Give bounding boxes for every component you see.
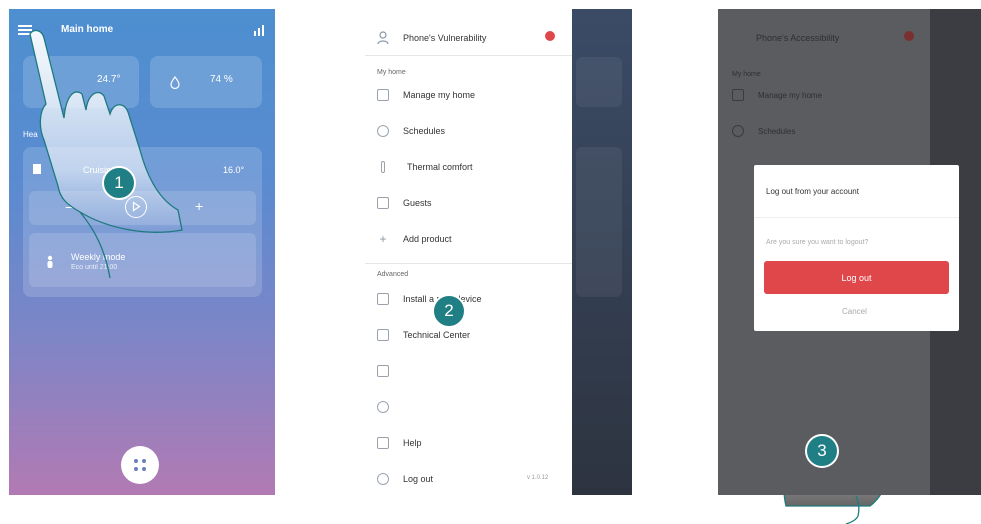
signal-icon: [253, 23, 265, 36]
menu-item-thermal-comfort[interactable]: Thermal comfort: [377, 158, 473, 176]
dimmed-card: [576, 57, 622, 107]
phone-screen-logout-dialog: Phone's Accessibility My home Manage my …: [718, 9, 981, 495]
clock-icon: [732, 125, 744, 137]
user-icon: [377, 31, 389, 50]
wrench-icon: [377, 329, 389, 341]
dimmed-card: [576, 147, 622, 297]
house-icon: [377, 89, 389, 101]
guests-icon: [377, 197, 389, 209]
dialog-title: Log out from your account: [766, 187, 859, 196]
person-icon: [46, 255, 54, 273]
app-version: v 1.0.12: [527, 475, 549, 481]
divider: [754, 217, 959, 218]
increase-button[interactable]: +: [195, 198, 203, 214]
logout-icon: [377, 473, 389, 485]
info-icon: [377, 365, 389, 377]
menu-item-label: Help: [403, 438, 422, 448]
mode-card[interactable]: Weekly mode Eco until 21:00: [29, 233, 256, 287]
section-advanced: Advanced: [377, 271, 409, 278]
menu-icon[interactable]: [18, 25, 32, 35]
menu-item-add-product[interactable]: + Add product: [377, 230, 452, 248]
menu-item-manage-home[interactable]: Manage my home: [377, 86, 475, 104]
logout-button[interactable]: Log out: [764, 261, 949, 294]
menu-item-label: Manage my home: [403, 90, 476, 100]
menu-item-schedules: Schedules: [732, 125, 795, 137]
menu-item-3[interactable]: [377, 362, 403, 380]
phone-screen-home: Main home 24.7° 74 % Hea Cruising... 16.…: [9, 9, 275, 495]
zone-control-bar: − +: [29, 191, 256, 225]
menu-item-guests[interactable]: Guests: [377, 194, 432, 212]
grid-icon: [134, 459, 146, 471]
menu-item-label: Add product: [403, 234, 452, 244]
user-name[interactable]: Phone's Vulnerability: [403, 33, 486, 43]
mode-subtitle: Eco until 21:00: [71, 264, 118, 271]
thermometer-icon: [381, 161, 385, 173]
zone-card[interactable]: Cruising... 16.0° − + Weekly mode Eco un…: [23, 147, 262, 297]
dialog-question: Are you sure you want to logout?: [766, 239, 869, 246]
menu-item-label: Technical Center: [403, 330, 471, 340]
shield-icon: [377, 401, 389, 413]
menu-item-label: Guests: [403, 198, 432, 208]
logout-dialog: Log out from your account Are you sure y…: [754, 165, 959, 331]
menu-item-label: Thermal comfort: [407, 162, 473, 172]
cancel-button[interactable]: Cancel: [842, 307, 867, 316]
droplet-icon: [170, 76, 180, 94]
house-icon: [732, 89, 744, 101]
menu-item-label: Schedules: [403, 126, 446, 136]
help-icon: [377, 437, 389, 449]
notification-badge: [904, 31, 914, 41]
step-badge-3: 3: [805, 434, 839, 468]
humidity-card[interactable]: 74 %: [150, 56, 262, 108]
section-my-home: My home: [732, 71, 761, 78]
menu-item-label: Schedules: [758, 126, 796, 136]
menu-item-4[interactable]: [377, 398, 403, 416]
home-title: Main home: [61, 24, 114, 35]
menu-item-technical-center[interactable]: Technical Center: [377, 326, 470, 344]
notification-badge[interactable]: [545, 31, 555, 41]
temperature-value: 24.7°: [97, 74, 121, 85]
menu-item-label: Manage my home: [758, 90, 823, 100]
menu-item-label: Log out: [403, 474, 434, 484]
menu-item-manage-home: Manage my home: [732, 89, 822, 101]
zone-checkbox[interactable]: [33, 164, 41, 174]
plus-icon: +: [379, 232, 387, 246]
step-badge-1: 1: [102, 166, 136, 200]
divider: [365, 55, 572, 56]
divider: [365, 263, 572, 264]
play-icon[interactable]: [125, 196, 147, 218]
step-badge-2: 2: [432, 294, 466, 328]
zone-temperature: 16.0°: [223, 165, 245, 175]
temperature-card[interactable]: 24.7°: [23, 56, 139, 108]
menu-item-logout[interactable]: Log out: [377, 470, 433, 488]
menu-item-install-device[interactable]: Install a new device: [377, 290, 482, 308]
mode-title: Weekly mode: [71, 252, 126, 262]
menu-item-help[interactable]: Help: [377, 434, 422, 452]
section-label: Hea: [23, 130, 38, 139]
phone-screen-menu: Phone's Vulnerability My home Manage my …: [365, 9, 632, 495]
humidity-value: 74 %: [210, 74, 233, 85]
clock-icon: [377, 125, 389, 137]
menu-item-schedules[interactable]: Schedules: [377, 122, 445, 140]
section-my-home: My home: [377, 69, 406, 76]
user-name: Phone's Accessibility: [756, 33, 840, 43]
apps-button[interactable]: [121, 446, 159, 484]
decrease-button[interactable]: −: [65, 199, 73, 215]
navigation-drawer: Phone's Vulnerability My home Manage my …: [365, 9, 572, 495]
device-icon: [377, 293, 389, 305]
